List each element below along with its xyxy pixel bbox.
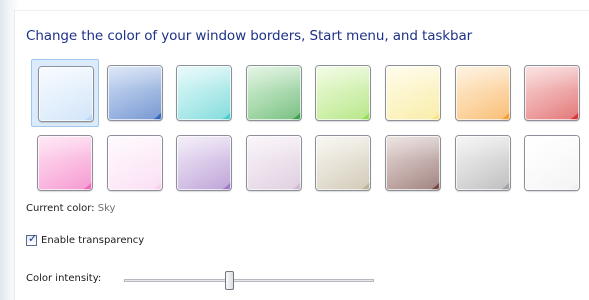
current-color-value: Sky: [97, 203, 116, 214]
color-swatch-sea[interactable]: [170, 59, 238, 127]
swatch-tile: [176, 135, 232, 191]
color-swatch-violet[interactable]: [170, 129, 238, 197]
swatch-tile: [107, 135, 163, 191]
color-swatch-sun[interactable]: [379, 59, 447, 127]
color-swatch-pumpkin[interactable]: [449, 59, 517, 127]
swatch-tile: [37, 135, 93, 191]
swatch-tile: [385, 65, 441, 121]
color-intensity-slider-track[interactable]: [124, 279, 374, 282]
color-intensity-slider-thumb[interactable]: [225, 271, 234, 290]
color-swatch-ruby[interactable]: [518, 59, 586, 127]
color-swatch-slate[interactable]: [449, 129, 517, 197]
swatch-tile: [385, 135, 441, 191]
swatch-tile: [246, 135, 302, 191]
swatch-tile: [38, 66, 94, 122]
page-title: Change the color of your window borders,…: [26, 28, 473, 44]
swatch-tile: [524, 135, 580, 191]
swatch-tile: [246, 65, 302, 121]
swatch-tile: [315, 65, 371, 121]
swatch-tile: [107, 65, 163, 121]
swatch-tile: [176, 65, 232, 121]
color-swatch-frost[interactable]: [518, 129, 586, 197]
enable-transparency-label[interactable]: Enable transparency: [41, 235, 144, 246]
color-swatch-blush[interactable]: [101, 129, 169, 197]
swatch-tile: [455, 65, 511, 121]
color-swatch-lavender[interactable]: [240, 129, 308, 197]
swatch-tile: [315, 135, 371, 191]
color-intensity-label: Color intensity:: [26, 273, 102, 284]
enable-transparency-checkbox[interactable]: ✓: [26, 231, 38, 246]
current-color-text: Current color: Sky: [26, 203, 115, 214]
color-swatch-twilight[interactable]: [101, 59, 169, 127]
swatch-tile: [455, 135, 511, 191]
checkmark-icon: ✓: [28, 231, 38, 245]
transparency-option[interactable]: ✓ Enable transparency: [26, 233, 144, 247]
color-swatch-fuchsia[interactable]: [31, 129, 99, 197]
current-color-label: Current color:: [26, 203, 95, 214]
color-swatch-taupe[interactable]: [309, 129, 377, 197]
color-swatch-sky[interactable]: [31, 59, 99, 127]
color-swatch-leaf[interactable]: [240, 59, 308, 127]
swatch-tile: [524, 65, 580, 121]
color-swatch-chocolate[interactable]: [379, 129, 447, 197]
color-swatch-lime[interactable]: [309, 59, 377, 127]
